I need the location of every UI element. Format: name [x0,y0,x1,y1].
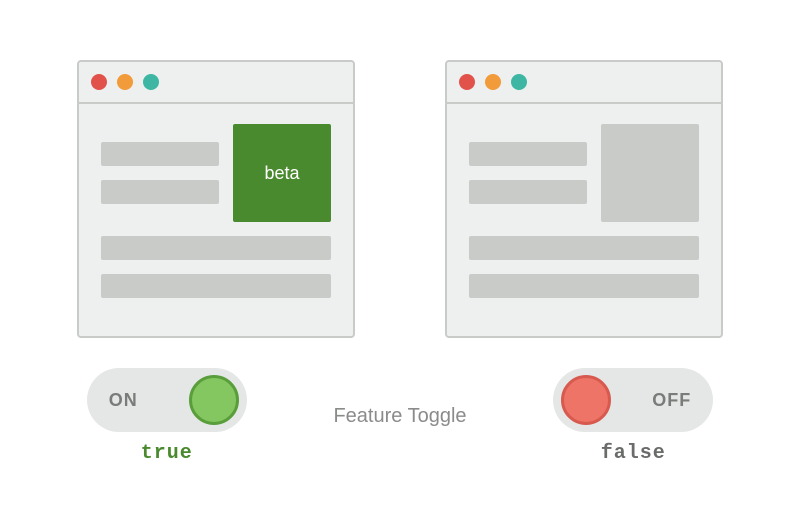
content-left-col [469,124,587,222]
minimize-icon [117,74,133,90]
windows-row: beta [30,60,770,338]
placeholder-bar [469,236,699,260]
toggle-knob-icon [561,375,611,425]
beta-label: beta [264,163,299,184]
minimize-icon [485,74,501,90]
content-left-col [101,124,219,222]
value-true-label: true [141,442,193,465]
feature-box-disabled [601,124,699,222]
window-content [447,104,721,336]
content-top-row [469,124,699,222]
toggle-on-label: ON [109,390,138,411]
placeholder-bar [101,236,331,260]
placeholder-bar [101,274,331,298]
window-content: beta [79,104,353,336]
toggle-on-col: ON true [30,368,303,465]
controls-row: ON true Feature Toggle OFF false [30,368,770,465]
placeholder-bar [101,142,219,166]
maximize-icon [511,74,527,90]
diagram-title-wrap: Feature Toggle [333,405,466,428]
titlebar [447,62,721,104]
close-icon [91,74,107,90]
diagram-title: Feature Toggle [333,405,466,428]
placeholder-bar [469,142,587,166]
content-top-row: beta [101,124,331,222]
side-off [445,60,723,338]
close-icon [459,74,475,90]
toggle-off-col: OFF false [497,368,770,465]
titlebar [79,62,353,104]
window-off [445,60,723,338]
side-on: beta [77,60,355,338]
placeholder-bar [469,180,587,204]
toggle-off[interactable]: OFF [553,368,713,432]
value-false-label: false [601,442,666,465]
beta-feature-box: beta [233,124,331,222]
maximize-icon [143,74,159,90]
window-on: beta [77,60,355,338]
toggle-on[interactable]: ON [87,368,247,432]
toggle-off-label: OFF [652,390,691,411]
placeholder-bar [101,180,219,204]
toggle-knob-icon [189,375,239,425]
placeholder-bar [469,274,699,298]
